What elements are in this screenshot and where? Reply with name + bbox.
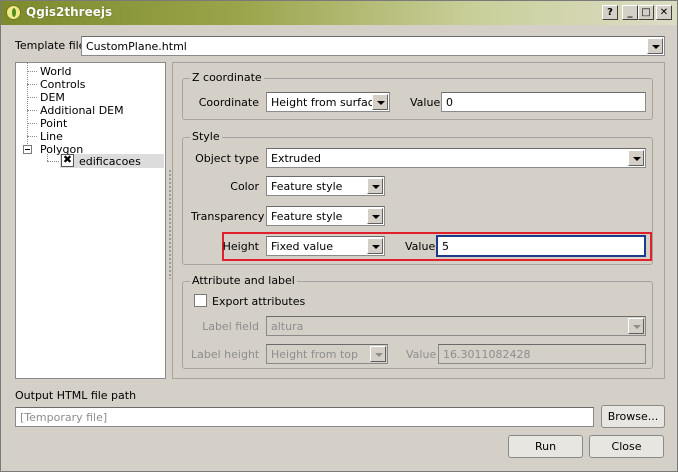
height-value-input[interactable]: 5 (436, 235, 646, 257)
template-file-combo[interactable]: CustomPlane.html (81, 36, 665, 56)
run-button[interactable]: Run (508, 435, 583, 458)
object-type-value: Extruded (271, 152, 321, 165)
tree-item-point[interactable]: Point (40, 117, 67, 130)
tree-item-line[interactable]: Line (40, 130, 63, 143)
height-value-text: 5 (442, 240, 449, 253)
label-height-label: Label height (191, 348, 260, 361)
tree-item-world[interactable]: World (40, 65, 72, 78)
tree-item-additional-dem[interactable]: Additional DEM (40, 104, 124, 117)
z-value-text: 0 (446, 96, 453, 109)
chevron-down-icon[interactable] (367, 208, 383, 224)
coordinate-combo[interactable]: Height from surface (266, 92, 390, 112)
chevron-down-icon[interactable] (647, 38, 663, 54)
tree-connector (27, 123, 37, 124)
transparency-label: Transparency (191, 210, 265, 223)
export-attributes-label[interactable]: Export attributes (212, 295, 305, 308)
z-coordinate-title: Z coordinate (190, 71, 264, 84)
height-label: Height (222, 240, 259, 253)
tree-item-controls[interactable]: Controls (40, 78, 86, 91)
output-path-label: Output HTML file path (15, 389, 137, 402)
layer-checkbox-icon[interactable]: ✖ (61, 154, 74, 167)
label-height-value: Height from top (271, 348, 358, 361)
qgis2threejs-dialog: Qgis2threejs ? _ □ ✕ Template file Custo… (0, 0, 678, 472)
tree-item-dem[interactable]: DEM (40, 91, 65, 104)
label-field-value: altura (271, 320, 304, 333)
height-combo[interactable]: Fixed value (266, 236, 385, 256)
chevron-down-icon[interactable] (367, 238, 383, 254)
browse-button[interactable]: Browse... (601, 405, 665, 428)
label-height-combo[interactable]: Height from top (266, 344, 388, 364)
output-path-placeholder: [Temporary file] (20, 411, 108, 424)
coordinate-value: Height from surface (271, 96, 381, 109)
window-title: Qgis2threejs (26, 5, 113, 19)
tree-connector (27, 71, 37, 72)
color-label: Color (230, 180, 259, 193)
height-value: Fixed value (271, 240, 334, 253)
tree-connector (27, 84, 37, 85)
collapse-icon[interactable] (23, 145, 32, 154)
qgis-app-icon (6, 5, 21, 20)
chevron-down-icon[interactable] (628, 318, 644, 334)
help-button[interactable]: ? (602, 5, 618, 20)
label-value-text: 16.3011082428 (443, 348, 531, 361)
tree-connector (27, 97, 37, 98)
color-value: Feature style (271, 180, 343, 193)
maximize-button[interactable]: □ (638, 5, 654, 20)
height-value-label: Value (405, 240, 436, 253)
coordinate-label: Coordinate (198, 96, 259, 109)
close-window-button[interactable]: ✕ (656, 5, 672, 20)
chevron-down-icon[interactable] (628, 150, 644, 166)
label-field-label: Label field (202, 320, 259, 333)
template-file-value: CustomPlane.html (86, 40, 187, 53)
label-value-input[interactable]: 16.3011082428 (438, 344, 646, 364)
title-bar[interactable]: Qgis2threejs ? _ □ ✕ (1, 1, 677, 25)
template-file-label: Template file (15, 39, 86, 52)
close-button[interactable]: Close (589, 435, 664, 458)
transparency-value: Feature style (271, 210, 343, 223)
minimize-button[interactable]: _ (622, 5, 638, 20)
layer-tree[interactable]: World Controls DEM Additional DEM Point … (15, 62, 166, 379)
tree-connector (47, 154, 48, 161)
output-path-input[interactable]: [Temporary file] (15, 407, 594, 427)
attribute-label-title: Attribute and label (190, 274, 297, 287)
chevron-down-icon[interactable] (367, 178, 383, 194)
chevron-down-icon[interactable] (370, 346, 386, 362)
z-value-input[interactable]: 0 (441, 92, 646, 112)
chevron-down-icon[interactable] (372, 94, 388, 110)
object-type-combo[interactable]: Extruded (266, 148, 646, 168)
tree-connector (27, 136, 37, 137)
tree-item-edificacoes[interactable]: edificacoes (79, 155, 141, 168)
style-title: Style (190, 130, 222, 143)
z-value-label: Value (410, 96, 441, 109)
object-type-label: Object type (195, 152, 259, 165)
transparency-combo[interactable]: Feature style (266, 206, 385, 226)
label-field-combo[interactable]: altura (266, 316, 646, 336)
tree-connector (27, 110, 37, 111)
label-value-label: Value (406, 348, 437, 361)
export-attributes-checkbox[interactable] (194, 294, 207, 307)
color-combo[interactable]: Feature style (266, 176, 385, 196)
tree-connector (47, 161, 59, 162)
